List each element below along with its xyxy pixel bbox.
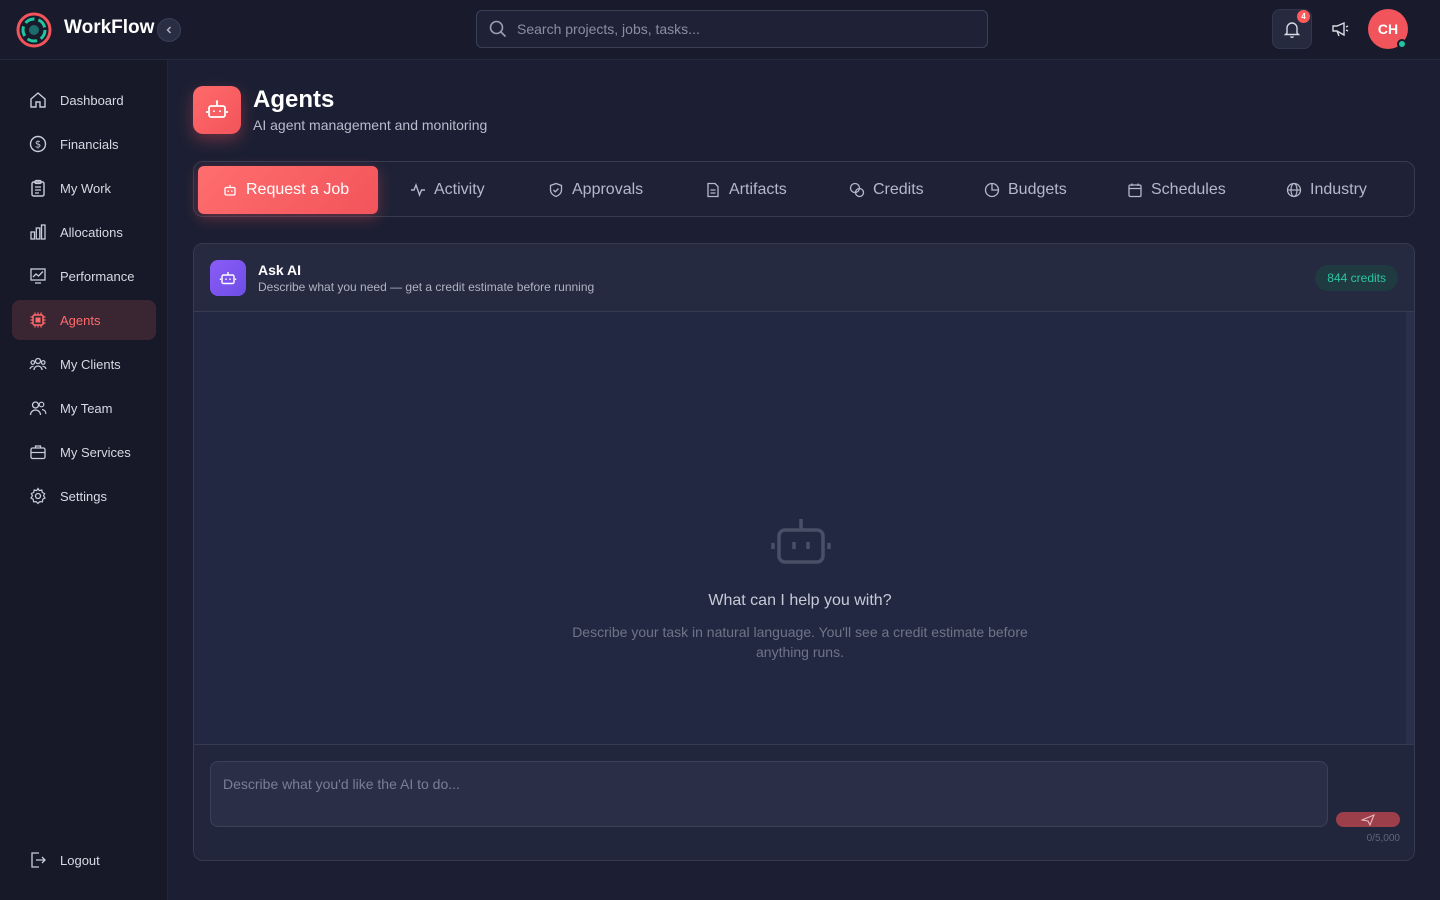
chevron-left-icon xyxy=(166,26,171,34)
sidebar-item-performance[interactable]: Performance xyxy=(12,256,156,296)
users-icon xyxy=(28,398,48,418)
empty-state-description: Describe your task in natural language. … xyxy=(572,624,1028,660)
sidebar-item-label: Settings xyxy=(60,488,107,504)
sidebar-item-my-work[interactable]: My Work xyxy=(12,168,156,208)
tab-label: Artifacts xyxy=(729,181,787,198)
chat-area: What can I help you with? Describe your … xyxy=(194,312,1414,744)
tab-label: Activity xyxy=(434,181,485,198)
top-bar: WorkFlow 4 CH xyxy=(0,0,1440,60)
logout-button[interactable]: Logout xyxy=(12,840,156,880)
bell-icon xyxy=(1283,22,1301,38)
robot-icon xyxy=(219,272,237,285)
sidebar-item-settings[interactable]: Settings xyxy=(12,476,156,516)
tab-approvals[interactable]: Approvals xyxy=(548,166,643,214)
sidebar-item-label: Allocations xyxy=(60,224,123,240)
online-status-indicator xyxy=(1397,39,1407,49)
notification-count-badge: 4 xyxy=(1297,10,1310,23)
megaphone-icon xyxy=(1332,21,1349,37)
tab-label: Approvals xyxy=(572,181,644,198)
tab-label: Budgets xyxy=(1008,181,1067,198)
credits-badge: 844 credits xyxy=(1315,265,1398,291)
bar-chart-icon xyxy=(28,222,48,242)
collapse-sidebar-button[interactable] xyxy=(157,18,181,42)
page-title: Agents xyxy=(253,86,335,113)
logout-label: Logout xyxy=(60,852,100,868)
sidebar-item-label: Financials xyxy=(60,136,119,152)
chat-scrollbar[interactable] xyxy=(1406,312,1414,744)
tab-credits[interactable]: Credits xyxy=(849,166,924,214)
robot-icon xyxy=(771,519,831,564)
tab-request-a-job[interactable]: Request a Job xyxy=(198,166,378,214)
pie-chart-icon xyxy=(984,182,1000,198)
send-icon xyxy=(1361,813,1375,826)
activity-icon xyxy=(410,182,426,198)
robot-icon xyxy=(206,100,228,118)
users-group-icon xyxy=(28,354,48,374)
tab-budgets[interactable]: Budgets xyxy=(984,166,1067,214)
tab-schedules[interactable]: Schedules xyxy=(1127,166,1226,214)
sidebar-item-label: My Team xyxy=(60,400,113,416)
trend-chart-icon xyxy=(28,266,48,286)
search-box[interactable] xyxy=(476,10,988,48)
tab-industry[interactable]: Industry xyxy=(1286,166,1367,214)
sidebar-item-agents[interactable]: Agents xyxy=(12,300,156,340)
brand-name: WorkFlow xyxy=(64,17,155,38)
ai-prompt-input[interactable] xyxy=(210,761,1328,827)
sidebar-item-label: Performance xyxy=(60,268,135,284)
sidebar-item-financials[interactable]: $ Financials xyxy=(12,124,156,164)
sidebar-item-my-services[interactable]: My Services xyxy=(12,432,156,472)
tab-label: Credits xyxy=(873,181,924,198)
coins-icon xyxy=(849,182,865,198)
tab-activity[interactable]: Activity xyxy=(410,166,485,214)
gear-icon xyxy=(28,486,48,506)
workflow-logo-icon[interactable] xyxy=(16,12,52,48)
announcements-button[interactable] xyxy=(1328,17,1352,41)
ask-ai-title: Ask AI xyxy=(258,262,302,278)
clipboard-icon xyxy=(28,178,48,198)
page-subtitle: AI agent management and monitoring xyxy=(253,117,488,133)
character-count: 0/5,000 xyxy=(1366,833,1400,844)
robot-icon xyxy=(222,182,238,198)
sidebar-item-dashboard[interactable]: Dashboard xyxy=(12,80,156,120)
globe-icon xyxy=(1286,182,1302,198)
composer: 0/5,000 xyxy=(194,744,1414,860)
ask-ai-header: Ask AI Describe what you need — get a cr… xyxy=(194,244,1414,312)
sidebar-item-my-clients[interactable]: My Clients xyxy=(12,344,156,384)
empty-state-title: What can I help you with? xyxy=(708,592,892,609)
sidebar-item-label: Agents xyxy=(60,312,101,328)
sidebar-item-my-team[interactable]: My Team xyxy=(12,388,156,428)
agents-tabs: Request a Job Activity Approvals Artifac… xyxy=(193,161,1415,217)
tab-label: Industry xyxy=(1310,181,1367,198)
svg-text:$: $ xyxy=(35,140,41,151)
send-button[interactable] xyxy=(1336,812,1400,827)
ask-ai-description: Describe what you need — get a credit es… xyxy=(258,280,595,294)
home-icon xyxy=(28,90,48,110)
briefcase-icon xyxy=(28,442,48,462)
sidebar-item-label: Dashboard xyxy=(60,92,124,108)
chip-icon xyxy=(28,310,48,330)
tab-label: Request a Job xyxy=(246,181,350,198)
sidebar-item-label: My Services xyxy=(60,444,131,460)
agents-page-icon xyxy=(193,86,241,134)
search-input[interactable] xyxy=(517,21,957,37)
ask-ai-icon xyxy=(210,260,246,296)
dollar-icon: $ xyxy=(28,134,48,154)
calendar-icon xyxy=(1127,182,1143,198)
tab-label: Schedules xyxy=(1151,181,1226,198)
tab-artifacts[interactable]: Artifacts xyxy=(705,166,787,214)
sidebar-item-label: My Clients xyxy=(60,356,121,372)
logout-icon xyxy=(28,850,48,870)
sidebar-item-allocations[interactable]: Allocations xyxy=(12,212,156,252)
sidebar: Dashboard $ Financials My Work Allocatio… xyxy=(0,60,168,900)
document-icon xyxy=(705,182,721,198)
search-icon xyxy=(489,20,507,38)
sidebar-item-label: My Work xyxy=(60,180,112,196)
ask-ai-panel: Ask AI Describe what you need — get a cr… xyxy=(193,243,1415,861)
shield-check-icon xyxy=(548,182,564,198)
